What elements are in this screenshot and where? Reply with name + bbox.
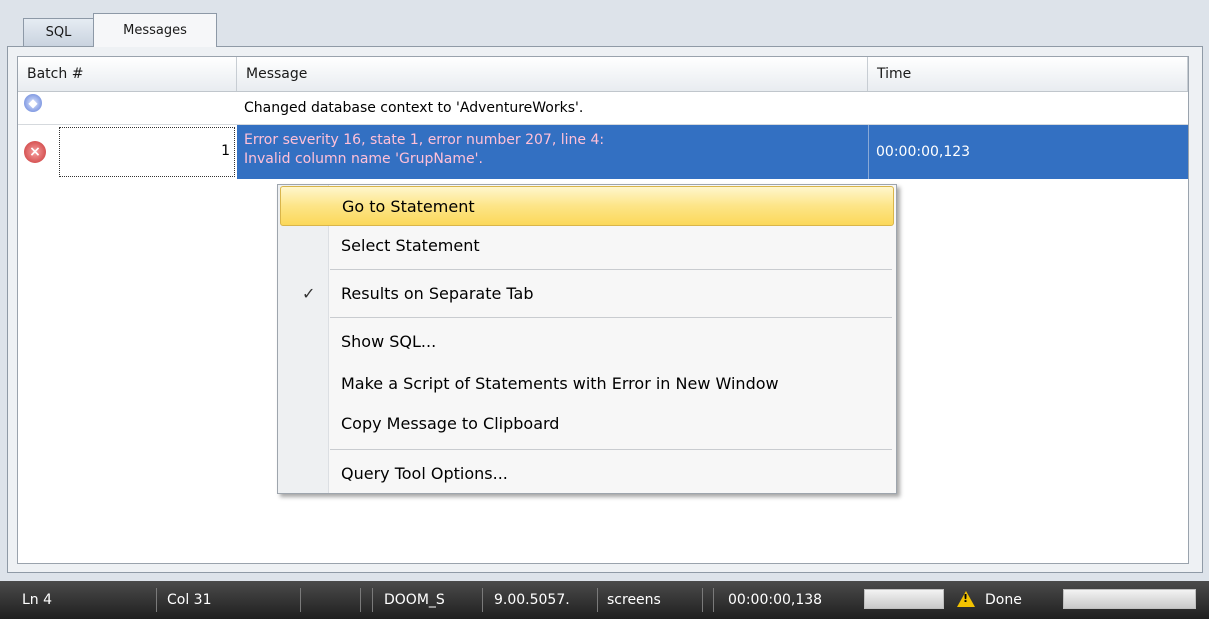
warning-icon-mark: ! — [963, 592, 969, 605]
status-line: Ln 4 — [22, 592, 53, 608]
tab-messages[interactable]: Messages — [93, 13, 217, 47]
status-database: screens — [607, 592, 661, 608]
error-icon: × — [24, 141, 46, 163]
menu-item-go-to-statement[interactable]: Go to Statement — [280, 186, 894, 226]
menu-item-results-on-separate-tab[interactable]: ✓ Results on Separate Tab — [280, 274, 894, 314]
status-divider — [597, 588, 598, 612]
menu-item-copy-message[interactable]: Copy Message to Clipboard — [280, 404, 894, 444]
status-version: 9.00.5057. — [494, 592, 570, 608]
column-header-batch[interactable]: Batch # — [18, 57, 237, 91]
column-header-time[interactable]: Time — [868, 57, 1188, 91]
menu-item-select-statement[interactable]: Select Statement — [280, 226, 894, 266]
progress-bar — [864, 589, 944, 609]
column-header-message[interactable]: Message — [237, 57, 868, 91]
progress-bar — [1063, 589, 1196, 609]
menu-separator — [330, 449, 892, 450]
context-menu: Go to Statement Select Statement ✓ Resul… — [277, 184, 897, 494]
check-icon: ✓ — [302, 284, 316, 303]
message-line-1: Error severity 16, state 1, error number… — [244, 132, 605, 148]
menu-item-label: Results on Separate Tab — [341, 284, 534, 303]
status-divider — [482, 588, 483, 612]
menu-item-label: Make a Script of Statements with Error i… — [341, 374, 779, 393]
column-divider — [868, 125, 869, 179]
message-line-2: Invalid column name 'GrupName'. — [244, 151, 483, 167]
menu-item-label: Query Tool Options... — [341, 464, 508, 483]
menu-item-label: Copy Message to Clipboard — [341, 414, 560, 433]
status-divider — [702, 588, 703, 612]
status-divider — [156, 588, 157, 612]
menu-item-label: Select Statement — [341, 236, 480, 255]
status-divider — [372, 588, 373, 612]
menu-item-label: Go to Statement — [342, 197, 475, 216]
menu-separator — [330, 317, 892, 318]
status-server: DOOM_S — [384, 592, 445, 608]
menu-item-show-sql[interactable]: Show SQL... — [280, 322, 894, 362]
status-state: Done — [985, 592, 1022, 608]
info-icon: ◆ — [24, 94, 42, 112]
menu-separator — [330, 269, 892, 270]
status-divider — [360, 588, 361, 612]
status-column: Col 31 — [167, 592, 212, 608]
status-divider — [300, 588, 301, 612]
menu-item-label: Show SQL... — [341, 332, 437, 351]
menu-item-query-tool-options[interactable]: Query Tool Options... — [280, 454, 894, 494]
tab-sql[interactable]: SQL — [23, 18, 94, 46]
status-bar: Ln 4 Col 31 DOOM_S 9.00.5057. screens 00… — [0, 581, 1209, 619]
table-row-selected[interactable]: × 1 Error severity 16, state 1, error nu… — [18, 125, 1188, 179]
grid-header: Batch # Message Time — [18, 57, 1188, 92]
time-cell: 00:00:00,123 — [876, 144, 971, 160]
batch-cell[interactable]: 1 — [59, 127, 235, 177]
menu-item-make-script[interactable]: Make a Script of Statements with Error i… — [280, 364, 894, 404]
status-elapsed: 00:00:00,138 — [728, 592, 823, 608]
message-cell: Error severity 16, state 1, error number… — [244, 131, 604, 169]
table-row[interactable]: ◆ Changed database context to 'Adventure… — [18, 92, 1188, 125]
status-divider — [713, 588, 714, 612]
message-cell: Changed database context to 'AdventureWo… — [244, 100, 584, 116]
